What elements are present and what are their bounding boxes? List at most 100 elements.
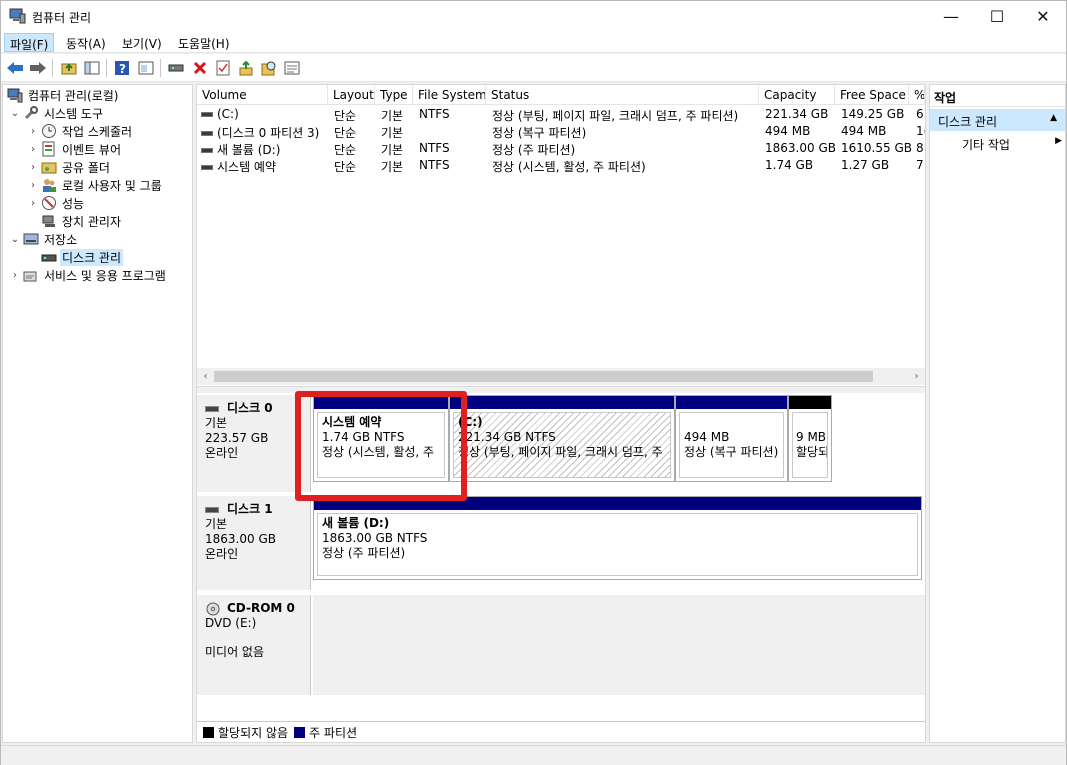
disk-1-info[interactable]: 디스크 1 기본 1863.00 GB 온라인 <box>197 496 311 590</box>
column-file-system[interactable]: File System <box>413 85 486 105</box>
search-icon[interactable] <box>259 58 279 78</box>
disk-0-type: 기본 <box>205 416 228 430</box>
column-type[interactable]: Type <box>375 85 413 105</box>
table-row[interactable]: 새 볼륨 (D:) 단순 기본 NTFS 정상 (주 파티션) 1863.00 … <box>197 140 925 157</box>
table-row[interactable]: (C:) 단순 기본 NTFS 정상 (부팅, 페이지 파일, 크래시 덤프, … <box>197 106 925 123</box>
table-row[interactable]: 시스템 예약 단순 기본 NTFS 정상 (시스템, 활성, 주 파티션) 1.… <box>197 157 925 174</box>
scrollbar-thumb[interactable] <box>214 371 873 382</box>
unallocated-swatch <box>203 726 214 738</box>
partition-status: 정상 (시스템, 활성, 주 <box>322 445 435 459</box>
tree-item-device-manager[interactable]: 장치 관리자 <box>39 212 123 230</box>
percent-free-cell: 8 <box>916 141 924 155</box>
properties-icon[interactable] <box>282 58 302 78</box>
back-arrow-icon[interactable] <box>5 58 25 78</box>
cdrom-0-state: 미디어 없음 <box>205 645 265 659</box>
partition-c[interactable]: (C:) 221.34 GB NTFS 정상 (부팅, 페이지 파일, 크래시 … <box>449 395 675 482</box>
tree-item-event-viewer[interactable]: › 이벤트 뷰어 <box>27 140 123 158</box>
chevron-right-icon[interactable]: › <box>27 162 39 173</box>
column-status[interactable]: Status <box>486 85 759 105</box>
actions-section-disk-management[interactable]: 디스크 관리 ▲ <box>930 109 1065 131</box>
percent-free-cell: 1( <box>916 124 925 138</box>
column-layout[interactable]: Layout <box>328 85 375 105</box>
disk-icon <box>205 506 219 513</box>
export-icon[interactable] <box>236 58 256 78</box>
pane-splitter[interactable] <box>197 386 925 393</box>
partition-unallocated[interactable]: 9 MB 할당되지 않음 <box>788 395 832 482</box>
free-space-cell: 1610.55 GB <box>841 141 912 155</box>
tree-item-root[interactable]: 컴퓨터 관리(로컬) <box>5 86 120 104</box>
cdrom-0-info[interactable]: CD-ROM 0 DVD (E:) 미디어 없음 <box>197 595 311 695</box>
storage-icon <box>23 231 39 247</box>
close-button[interactable]: ✕ <box>1020 1 1066 32</box>
disk-1-state: 온라인 <box>205 547 239 561</box>
partition-d[interactable]: 새 볼륨 (D:) 1863.00 GB NTFS 정상 (주 파티션) <box>313 496 922 580</box>
volume-cell: 새 볼륨 (D:) <box>201 141 280 158</box>
partition-size: 221.34 GB NTFS <box>458 430 556 444</box>
window-title: 컴퓨터 관리 <box>32 11 92 25</box>
more-actions-item[interactable]: 기타 작업 ▶ <box>962 136 1062 153</box>
show-hide-tree-icon[interactable] <box>82 58 102 78</box>
navigation-tree: 컴퓨터 관리(로컬) ⌄ 시스템 도구 › 작업 스케줄러 › 이벤트 뷰어 ›… <box>2 84 193 743</box>
free-space-cell: 149.25 GB <box>841 107 905 121</box>
horizontal-scrollbar[interactable]: ‹ › <box>197 368 925 385</box>
title-bar: 컴퓨터 관리 — ☐ ✕ <box>1 1 1066 32</box>
disk-1-name: 디스크 1 <box>205 502 302 517</box>
check-icon[interactable] <box>213 58 233 78</box>
partition-body: 시스템 예약 1.74 GB NTFS 정상 (시스템, 활성, 주 <box>317 412 445 478</box>
chevron-right-icon[interactable]: › <box>9 270 21 281</box>
scroll-left-icon[interactable]: ‹ <box>197 368 214 385</box>
primary-swatch <box>294 726 306 738</box>
tree-item-disk-management[interactable]: 디스크 관리 <box>39 248 124 266</box>
menu-file[interactable]: 파일(F) <box>4 33 55 52</box>
tree-item-task-scheduler[interactable]: › 작업 스케줄러 <box>27 122 134 140</box>
computer-management-window: 컴퓨터 관리 — ☐ ✕ 파일(F) 동작(A) 보기(V) 도움말(H) ? … <box>0 0 1067 765</box>
file-system-cell: NTFS <box>419 107 450 121</box>
chevron-right-icon[interactable]: › <box>27 144 39 155</box>
delete-icon[interactable] <box>190 58 210 78</box>
help-icon[interactable]: ? <box>112 58 132 78</box>
collapse-up-icon[interactable]: ▲ <box>1050 113 1057 127</box>
maximize-button[interactable]: ☐ <box>974 1 1020 32</box>
partition-recovery[interactable]: 494 MB 정상 (복구 파티션) <box>675 395 788 482</box>
disk-0-info[interactable]: 디스크 0 기본 223.57 GB 온라인 <box>197 395 311 492</box>
type-cell: 기본 <box>381 160 404 174</box>
chevron-right-icon[interactable]: › <box>27 198 39 209</box>
up-folder-icon[interactable] <box>59 58 79 78</box>
partition-size: 494 MB <box>684 430 730 444</box>
status-cell: 정상 (복구 파티션) <box>492 126 587 140</box>
type-cell: 기본 <box>381 109 404 123</box>
column-volume[interactable]: Volume <box>197 85 328 105</box>
minimize-button[interactable]: — <box>928 1 974 32</box>
partition-system-reserved[interactable]: 시스템 예약 1.74 GB NTFS 정상 (시스템, 활성, 주 <box>313 395 449 482</box>
tree-item-performance[interactable]: › 성능 <box>27 194 86 212</box>
connect-icon[interactable] <box>166 58 186 78</box>
chevron-down-icon[interactable]: ⌄ <box>9 234 21 245</box>
forward-arrow-icon[interactable] <box>28 58 48 78</box>
disk-0-size: 223.57 GB <box>205 431 269 445</box>
menu-action[interactable]: 동작(A) <box>61 33 111 52</box>
tree-item-services[interactable]: › 서비스 및 응용 프로그램 <box>9 266 168 284</box>
tree-item-system-tools[interactable]: ⌄ 시스템 도구 <box>9 104 105 122</box>
properties-pane-icon[interactable] <box>136 58 156 78</box>
actions-pane: 작업 디스크 관리 ▲ 기타 작업 ▶ <box>929 84 1066 743</box>
scroll-right-icon[interactable]: › <box>908 368 925 385</box>
layout-cell: 단순 <box>334 160 357 174</box>
tree-item-storage[interactable]: ⌄ 저장소 <box>9 230 79 248</box>
column-free-space[interactable]: Free Space <box>835 85 909 105</box>
menu-help[interactable]: 도움말(H) <box>173 33 235 52</box>
chevron-down-icon[interactable]: ⌄ <box>9 108 21 119</box>
shared-folder-icon <box>41 159 57 175</box>
volume-cell: (C:) <box>201 107 239 121</box>
toolbar-separator <box>160 59 161 77</box>
table-row[interactable]: (디스크 0 파티션 3) 단순 기본 정상 (복구 파티션) 494 MB 4… <box>197 123 925 140</box>
performance-icon <box>41 195 57 211</box>
disk-management-icon <box>41 249 57 265</box>
chevron-right-icon[interactable]: › <box>27 180 39 191</box>
services-icon <box>23 267 39 283</box>
chevron-right-icon[interactable]: › <box>27 126 39 137</box>
tree-item-local-users[interactable]: › 로컬 사용자 및 그룹 <box>27 176 164 194</box>
column-capacity[interactable]: Capacity <box>759 85 835 105</box>
menu-view[interactable]: 보기(V) <box>117 33 167 52</box>
tree-item-shared-folders[interactable]: › 공유 폴더 <box>27 158 112 176</box>
column-percent-free[interactable]: % <box>909 85 925 105</box>
